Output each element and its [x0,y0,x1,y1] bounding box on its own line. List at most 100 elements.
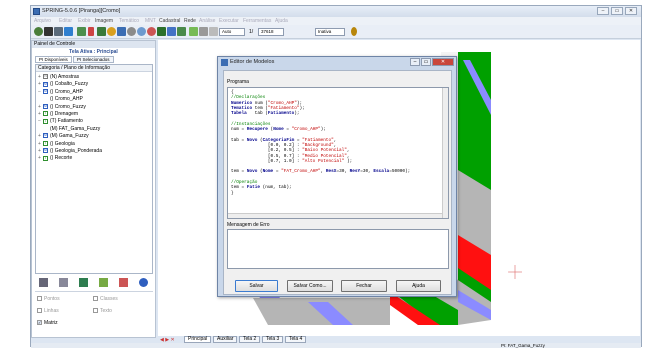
editor-horizontal-scrollbar[interactable] [228,213,442,218]
tab-pi-disponiveis[interactable]: PI Disponíveis [35,56,72,63]
expand-icon[interactable]: + [38,81,42,87]
chart-icon[interactable] [99,278,108,287]
menu-ajuda[interactable]: Ajuda [275,18,288,24]
tree-item[interactable]: + M() Cromo_Fuzzy [38,104,86,110]
code-token: , [333,137,337,143]
dialog-icon [221,59,228,66]
image-icon[interactable] [77,27,86,36]
tree-item[interactable]: − T (T) Fatiamento [38,118,83,124]
undo-icon[interactable] [147,27,156,36]
grid-icon[interactable] [59,278,68,287]
program-editor[interactable]: {//Declarações Numerico num ("Cromo_AHP")… [227,87,449,219]
representation-checks: Pontos Classes Linhas Texto ✓ Matriz [35,291,153,336]
tab-principal[interactable]: Principal [184,336,212,343]
window-title: SPRING-5.0.6 [Piranga][Cromo] [42,8,121,14]
menu-cadastral[interactable]: Cadastral [159,18,180,24]
expand-icon[interactable]: + [38,74,42,80]
save-button[interactable]: Salvar [235,280,278,292]
menu-editar[interactable]: Editar [59,18,72,24]
program-code[interactable]: {//Declarações Numerico num ("Cromo_AHP")… [231,90,410,196]
menu-arquivo[interactable]: Arquivo [34,18,51,24]
tab-pi-selecionados[interactable]: PI Selecionados [73,56,114,63]
texto-checkbox[interactable]: Texto [93,308,112,314]
expand-icon[interactable]: + [38,141,42,147]
expand-icon[interactable]: + [38,148,42,154]
maximize-button[interactable]: ▭ [611,7,623,15]
dialog-close-button[interactable]: ✕ [432,58,454,66]
menu-imagem[interactable]: Imagem [95,18,113,24]
tree-item[interactable]: − M() Cromo_AHP [38,89,83,95]
tab-tela-3[interactable]: Tela 3 [262,336,284,343]
draw-icon[interactable] [189,27,198,36]
minimize-button[interactable]: – [597,7,609,15]
menu-rede[interactable]: Rede [184,18,196,24]
pointer-icon[interactable] [88,27,94,36]
menu-exibir[interactable]: Exibir [78,18,91,24]
dialog-maximize-button[interactable]: ▭ [421,58,431,66]
expand-icon[interactable]: + [38,111,42,117]
close-button[interactable]: ✕ [625,7,637,15]
plan-type-icon: M [43,148,48,154]
info-icon[interactable] [107,27,116,36]
expand-icon[interactable]: + [38,155,42,161]
tree-item[interactable]: + T() Recorte [38,155,72,161]
collapse-icon[interactable]: − [38,89,42,95]
zoom-mode-select[interactable]: Auto [219,28,245,36]
zoom-out-icon[interactable] [137,27,146,36]
classes-checkbox[interactable]: Classes [93,296,118,302]
code-token: [0.7, 1.0] : [231,158,303,164]
matriz-checkbox[interactable]: ✓ Matriz [37,320,58,326]
scale-input[interactable]: 37618 [258,28,284,36]
expand-icon[interactable]: + [38,104,42,110]
tree-item[interactable]: () Cromo_AHP [50,96,83,102]
code-token: "Background" [302,142,334,148]
list-icon[interactable] [39,278,48,287]
pencil-icon[interactable] [79,278,88,287]
menu-tematico[interactable]: Temático [119,18,139,24]
help-icon[interactable] [139,278,148,287]
pan-icon[interactable] [167,27,176,36]
tab-auxiliar[interactable]: Auxiliar [213,336,238,343]
tree-item[interactable]: + M() Geologia_Ponderada [38,148,102,154]
layers-icon[interactable] [177,27,186,36]
project-icon[interactable] [54,27,63,36]
menu-mnt[interactable]: MNT [145,18,156,24]
save-icon[interactable] [64,27,73,36]
menu-ferramentas[interactable]: Ferramentas [243,18,271,24]
tab-tela-2[interactable]: Tela 2 [239,336,261,343]
linhas-checkbox[interactable]: Linhas [37,308,59,314]
measure-icon[interactable] [199,27,208,36]
help-button[interactable]: Ajuda [396,280,441,292]
brush-icon[interactable] [119,278,128,287]
plus-icon[interactable] [97,27,106,36]
tree-item-label: () Cromo_AHP [50,96,83,103]
editor-vertical-scrollbar[interactable] [442,88,448,218]
database-icon[interactable] [44,27,53,36]
mode-select[interactable]: Inativa [315,28,345,36]
zoom-in-icon[interactable] [117,27,126,36]
error-message-box[interactable] [227,229,449,269]
zoom-window-icon[interactable] [127,27,136,36]
expand-icon[interactable]: + [38,133,42,139]
code-token: ResY [349,169,361,175]
tree-item[interactable]: (M) FAT_Gama_Fuzzy [50,126,100,132]
tree-item[interactable]: + N (N) Amostras [38,74,79,80]
code-token: Tematico [231,105,253,111]
tree-item[interactable]: + M (M) Gama_Fuzzy [38,133,89,139]
close-dialog-button[interactable]: Fechar [341,280,387,292]
save-as-button[interactable]: Salvar Como... [287,280,333,292]
menu-analise[interactable]: Análise [199,18,215,24]
dialog-minimize-button[interactable]: – [410,58,420,66]
menu-executar[interactable]: Executar [219,18,239,24]
tree-item[interactable]: + T() Drenagem [38,111,78,117]
pontos-checkbox[interactable]: Pontos [37,296,60,302]
cursor-icon[interactable] [209,27,218,36]
tab-tela-4[interactable]: Tela 4 [285,336,307,343]
tree-item[interactable]: + M() Cobalto_Fuzzy [38,81,88,87]
tree-item[interactable]: + T() Geologia [38,141,75,147]
plan-type-icon: T [43,140,48,146]
redo-icon[interactable] [157,27,166,36]
collapse-icon[interactable]: − [38,118,42,124]
bulb-icon[interactable] [351,27,357,36]
globe-icon[interactable] [34,27,43,36]
